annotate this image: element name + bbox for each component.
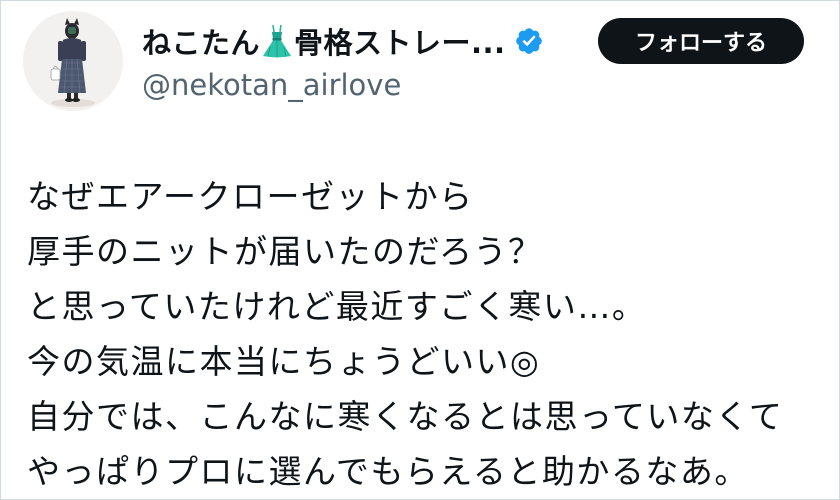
avatar[interactable] bbox=[23, 11, 123, 111]
tweet-text: なぜエアークローゼットから 厚手のニットが届いたのだろう？ と思っていたけれど最… bbox=[27, 169, 783, 499]
user-handle[interactable]: @nekotan_airlove bbox=[142, 65, 544, 105]
verified-badge-icon[interactable] bbox=[514, 26, 544, 56]
user-header: ねこたん 骨格ストレー... @nekotan_airlove bbox=[142, 21, 544, 105]
tweet-line: 自分では、こんなに寒くなるとは思っていなくて bbox=[27, 397, 784, 436]
display-name[interactable]: ねこたん bbox=[142, 20, 260, 62]
dress-icon bbox=[261, 23, 293, 59]
avatar-photo bbox=[23, 11, 123, 111]
tweet-line: 厚手のニットが届いたのだろう？ bbox=[27, 232, 543, 271]
display-name-row[interactable]: ねこたん 骨格ストレー... bbox=[142, 21, 544, 61]
follow-button[interactable]: フォローする bbox=[598, 18, 804, 64]
tweet-line: と思っていたけれど最近すごく寒い…。 bbox=[27, 287, 647, 326]
tweet-card: ねこたん 骨格ストレー... @nekotan_airlove フォローする な… bbox=[0, 0, 840, 500]
tweet-line: やっぱりプロに選んでもらえると助かるなあ。 bbox=[27, 452, 749, 491]
tweet-line: 今の気温に本当にちょうどいい◎ bbox=[27, 342, 541, 381]
display-name-suffix[interactable]: 骨格ストレー... bbox=[294, 20, 506, 62]
tweet-line: なぜエアークローゼットから bbox=[27, 177, 474, 216]
